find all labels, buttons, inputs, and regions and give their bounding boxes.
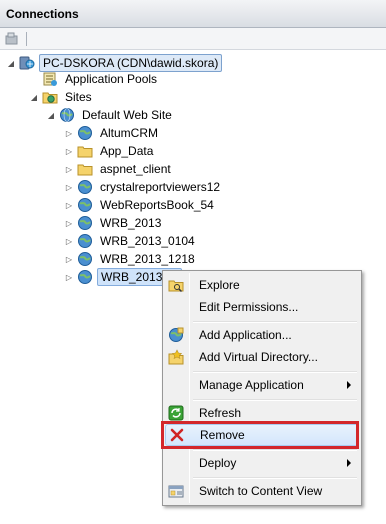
menu-item-add-virtual-directory[interactable]: Add Virtual Directory...	[165, 346, 359, 368]
sites-label[interactable]: Sites	[62, 89, 95, 105]
expand-arrow-icon[interactable]: ▷	[64, 254, 74, 264]
tree-node-label[interactable]: WRB_2013_0104	[97, 233, 198, 249]
menu-item-explore[interactable]: Explore	[165, 274, 359, 296]
server-icon	[19, 55, 35, 71]
remove-highlight-annotation	[161, 421, 359, 449]
collapse-arrow-icon[interactable]: ◢	[29, 92, 39, 102]
add-virtual-directory-icon	[168, 349, 184, 365]
menu-item-label: Add Application...	[199, 328, 292, 342]
tree-node-label[interactable]: WRB_2013_1218	[97, 251, 198, 267]
expand-arrow-icon[interactable]: ▷	[64, 236, 74, 246]
submenu-arrow-icon	[347, 381, 351, 389]
expand-arrow-icon[interactable]: ▷	[64, 200, 74, 210]
menu-separator	[193, 371, 357, 373]
globe-icon	[77, 179, 93, 195]
tree-node-child[interactable]: ▷ WRB_2013_0104	[64, 232, 198, 250]
collapse-arrow-icon[interactable]: ◢	[6, 58, 16, 68]
toolbar-separator	[26, 32, 27, 46]
globe-icon	[77, 215, 93, 231]
menu-item-label: Explore	[199, 278, 240, 292]
globe-icon	[77, 125, 93, 141]
collapse-arrow-icon[interactable]: ◢	[46, 110, 56, 120]
tree-node-label[interactable]: aspnet_client	[97, 161, 174, 177]
content-view-icon	[168, 483, 184, 499]
tree-node-default-web-site[interactable]: ◢ Default Web Site	[46, 106, 175, 124]
menu-item-label: Switch to Content View	[199, 484, 323, 498]
menu-item-label: Manage Application	[199, 378, 304, 392]
globe-icon	[77, 197, 93, 213]
menu-item-edit-permissions[interactable]: Edit Permissions...	[165, 296, 359, 318]
tree-node-child[interactable]: ▷ App_Data	[64, 142, 156, 160]
website-globe-icon	[59, 107, 75, 123]
refresh-icon	[168, 405, 184, 421]
submenu-arrow-icon	[347, 459, 351, 467]
explore-folder-icon	[168, 277, 184, 293]
connections-toolbar	[0, 28, 386, 50]
tree-node-child[interactable]: ▷ WRB_2013	[64, 214, 164, 232]
default-web-site-label[interactable]: Default Web Site	[79, 107, 175, 123]
expand-arrow-icon[interactable]: ▷	[64, 182, 74, 192]
sites-folder-icon	[42, 89, 58, 105]
menu-separator	[193, 477, 357, 479]
menu-separator	[193, 449, 357, 451]
menu-item-label: Deploy	[199, 456, 237, 470]
globe-icon	[77, 233, 93, 249]
expand-arrow-icon[interactable]: ▷	[64, 164, 74, 174]
tree-node-sites[interactable]: ◢ Sites	[29, 88, 95, 106]
tree-node-app-pools[interactable]: Application Pools	[42, 70, 160, 88]
app-pools-label[interactable]: Application Pools	[62, 71, 160, 87]
menu-separator	[193, 321, 357, 323]
expand-arrow-icon[interactable]: ▷	[64, 146, 74, 156]
tree-node-label[interactable]: WebReportsBook_54	[97, 197, 217, 213]
tree-node-child[interactable]: ▷ AltumCRM	[64, 124, 161, 142]
menu-item-label: Add Virtual Directory...	[199, 350, 318, 364]
tree-node-child[interactable]: ▷ WRB_2013_1218	[64, 250, 198, 268]
context-menu: Explore Edit Permissions... Add Applicat…	[162, 270, 362, 506]
expand-arrow-icon[interactable]: ▷	[64, 128, 74, 138]
folder-icon	[77, 161, 93, 177]
connect-icon[interactable]	[4, 31, 20, 47]
tree-node-label[interactable]: WRB_2013	[97, 215, 164, 231]
menu-separator	[193, 399, 357, 401]
folder-icon	[77, 143, 93, 159]
expand-arrow-icon[interactable]: ▷	[64, 272, 74, 282]
app-pools-icon	[42, 71, 58, 87]
menu-item-deploy[interactable]: Deploy	[165, 452, 359, 474]
add-application-icon	[168, 327, 184, 343]
tree-node-child[interactable]: ▷ WebReportsBook_54	[64, 196, 217, 214]
menu-item-manage-application[interactable]: Manage Application	[165, 374, 359, 396]
tree-node-child[interactable]: ▷ aspnet_client	[64, 160, 174, 178]
tree-node-child[interactable]: ▷ crystalreportviewers12	[64, 178, 223, 196]
menu-item-switch-content-view[interactable]: Switch to Content View	[165, 480, 359, 502]
globe-icon	[77, 269, 93, 285]
expand-arrow-icon[interactable]: ▷	[64, 218, 74, 228]
tree-node-label[interactable]: App_Data	[97, 143, 156, 159]
connections-header: Connections	[0, 0, 386, 28]
connections-title: Connections	[6, 7, 79, 21]
menu-item-label: Edit Permissions...	[199, 300, 299, 314]
globe-icon	[77, 251, 93, 267]
menu-item-add-application[interactable]: Add Application...	[165, 324, 359, 346]
tree-node-label[interactable]: crystalreportviewers12	[97, 179, 223, 195]
tree-node-label[interactable]: AltumCRM	[97, 125, 161, 141]
